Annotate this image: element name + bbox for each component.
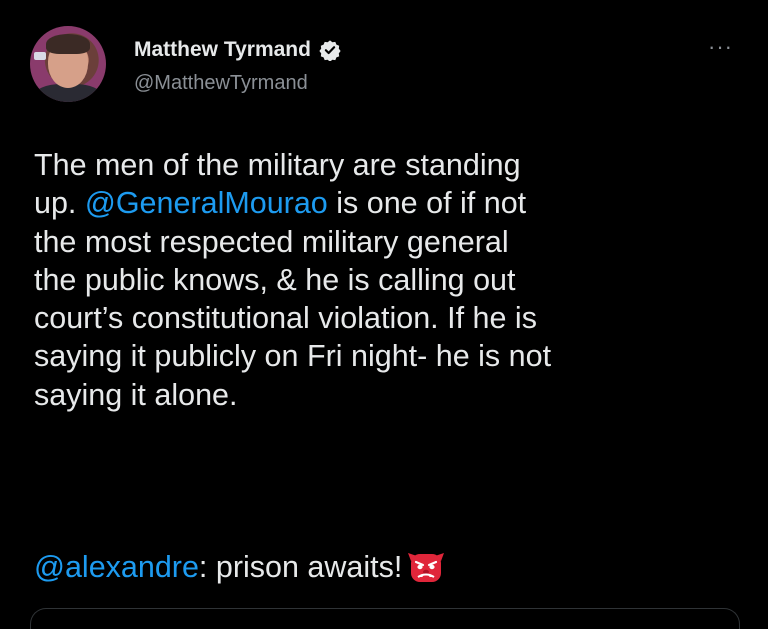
more-options-icon[interactable]: ···	[708, 34, 733, 60]
mention-link[interactable]: @alexandre	[34, 548, 199, 586]
avatar[interactable]	[30, 26, 106, 102]
tweet-text-segment: the most respected military general	[34, 224, 509, 259]
verified-badge-icon	[319, 40, 341, 61]
tweet-line: court’s constitutional violation. If he …	[34, 299, 746, 337]
goblin-face-icon	[408, 553, 445, 582]
mention-link[interactable]: @GeneralMourao	[85, 186, 328, 220]
tweet-text: The men of the military are standing up. …	[34, 146, 746, 414]
tweet-reply-line: @alexandre : prison awaits!	[34, 548, 445, 586]
tweet-text-segment: saying it alone.	[34, 377, 238, 412]
tweet-line: up. @GeneralMourao is one of if not	[34, 184, 746, 222]
tweet-card[interactable]: Matthew Tyrmand @MatthewTyrmand ··· The …	[0, 0, 768, 629]
tweet-line: the public knows, & he is calling out	[34, 261, 746, 299]
tweet-line: saying it alone.	[34, 376, 746, 414]
quoted-card-edge	[30, 608, 740, 629]
tweet-text-segment: saying it publicly on Fri night- he is n…	[34, 339, 552, 374]
tweet-text-segment: The men of the military are standing	[34, 148, 521, 182]
author-handle[interactable]: @MatthewTyrmand	[134, 72, 308, 95]
tweet-line: the most respected military general	[34, 223, 746, 261]
reply-text: : prison awaits!	[198, 550, 403, 584]
tweet-text-segment: the public knows, & he is calling out	[34, 262, 516, 297]
author-row: Matthew Tyrmand	[134, 38, 341, 62]
tweet-text-segment: court’s constitutional violation. If he …	[34, 301, 537, 336]
tweet-text-segment: is one of if not	[327, 186, 527, 221]
tweet-line: saying it publicly on Fri night- he is n…	[34, 337, 746, 375]
avatar-badge	[34, 52, 46, 60]
tweet-line: The men of the military are standing	[34, 146, 746, 184]
avatar-hair	[46, 34, 90, 54]
author-name[interactable]: Matthew Tyrmand	[134, 38, 311, 62]
tweet-text-segment: up.	[34, 186, 85, 221]
